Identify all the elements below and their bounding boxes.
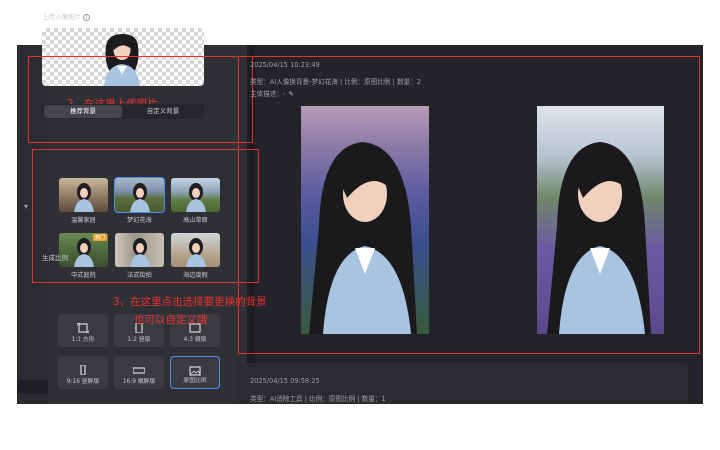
annotation-box-backgrounds bbox=[32, 149, 259, 283]
upload-title-text: 上传人像照片 bbox=[42, 13, 81, 21]
tall-frame-icon bbox=[80, 365, 86, 375]
info-icon[interactable]: ? bbox=[83, 13, 91, 21]
ratio-original[interactable]: 原图比例 bbox=[170, 356, 220, 389]
ratio-1-1[interactable]: 1:1 方形 bbox=[58, 314, 108, 347]
ratio-9-16[interactable]: 9:16 竖屏版 bbox=[58, 356, 108, 389]
annotation-box-results bbox=[238, 56, 700, 354]
ratio-label: 4:3 横版 bbox=[183, 337, 207, 343]
background-tabs: 推荐背景 自定义背景 bbox=[42, 104, 204, 119]
ratio-label: 16:9 横屏版 bbox=[122, 379, 156, 385]
square-frame-icon bbox=[77, 323, 89, 333]
result-2-timestamp: 2025/04/15 09:58:25 bbox=[250, 377, 320, 385]
ratio-label: 1:1 方形 bbox=[71, 337, 95, 343]
ratio-label: 1:2 竖版 bbox=[127, 337, 151, 343]
wide-frame-icon bbox=[133, 367, 145, 374]
ratio-label: 9:16 竖屏版 bbox=[66, 379, 100, 385]
ratio-section-title: 生成比例 bbox=[42, 254, 68, 262]
ratio-16-9[interactable]: 16:9 横屏版 bbox=[114, 356, 164, 389]
upload-section-title: 上传人像照片 ? bbox=[42, 11, 91, 21]
tab-custom[interactable]: 自定义背景 bbox=[124, 105, 202, 118]
tab-recommended[interactable]: 推荐背景 bbox=[44, 105, 122, 118]
nav-bottom-bar bbox=[17, 380, 48, 394]
result-2-info: 类型：AI消除工具 | 比例：原图比例 | 数量：1 bbox=[250, 395, 386, 403]
annotation-step3-line2: 也可以自定义哦 bbox=[134, 314, 208, 326]
chevron-down-icon[interactable]: ▾ bbox=[24, 202, 28, 211]
ratio-label: 原图比例 bbox=[183, 378, 207, 384]
